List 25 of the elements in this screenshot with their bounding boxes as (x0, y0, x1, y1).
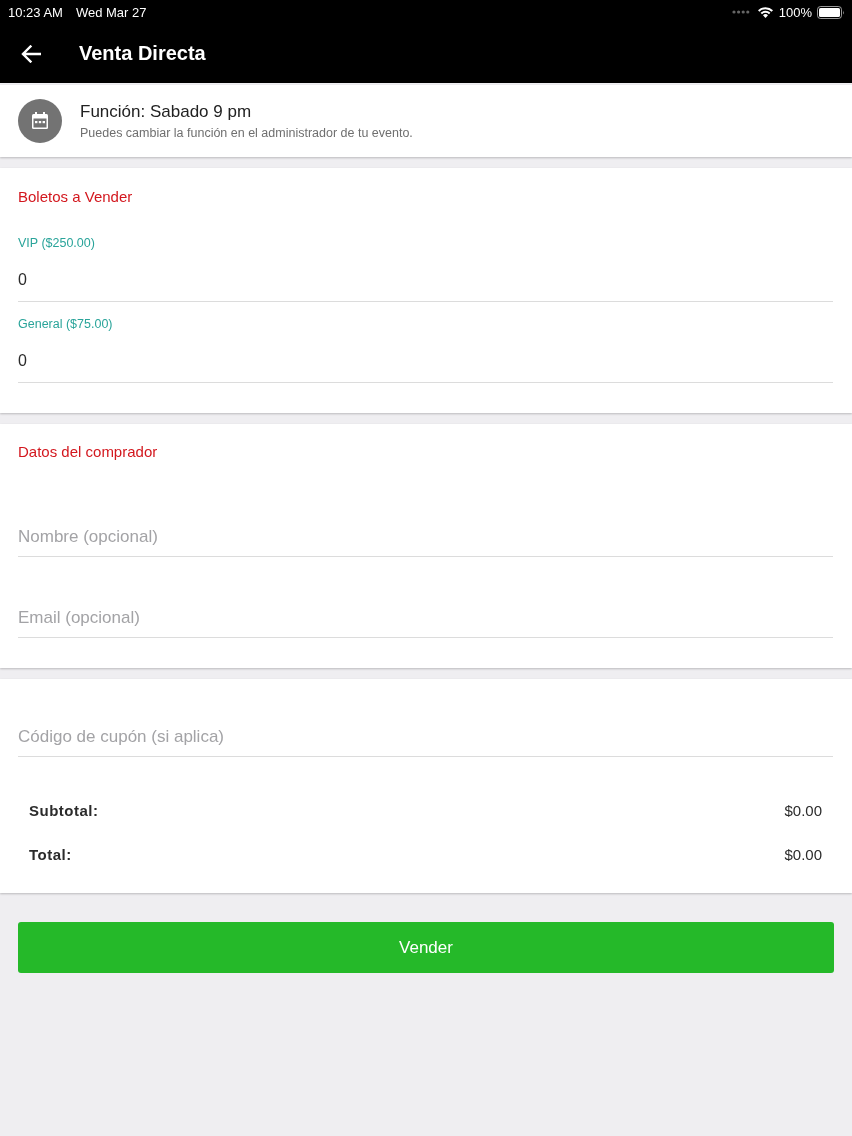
back-arrow-icon (21, 44, 41, 63)
signal-dots-icon (731, 10, 750, 14)
total-label: Total: (29, 845, 72, 863)
name-field[interactable]: Nombre (opcional) (18, 517, 833, 557)
total-label: Subtotal: (29, 801, 99, 819)
battery-icon (817, 5, 845, 19)
coupon-field[interactable]: Código de cupón (si aplica) (18, 717, 833, 757)
status-time: 10:23 AM (8, 4, 63, 20)
function-hint: Puedes cambiar la función en el administrador de tu evento. (80, 126, 413, 140)
quantity-field[interactable]: 0 (18, 258, 833, 302)
section-heading: Datos del comprador (18, 443, 159, 461)
total-amount: $0.00 (784, 845, 822, 863)
function-title: Función: Sabado 9 pm (80, 102, 253, 122)
battery-percent: 100% (778, 4, 812, 20)
page-title: Venta Directa (79, 42, 206, 65)
wifi-icon (756, 6, 774, 18)
section-heading: Boletos a Vender (18, 188, 134, 206)
field-label: General ($75.00) (18, 317, 114, 332)
status-date: Wed Mar 27 (75, 4, 147, 20)
email-field[interactable]: Email (opcional) (18, 598, 833, 638)
back-button[interactable] (20, 42, 42, 65)
calendar-icon (18, 99, 62, 143)
field-label: VIP ($250.00) (18, 236, 96, 251)
quantity-field[interactable]: 0 (18, 339, 833, 383)
total-amount: $0.00 (784, 801, 822, 819)
